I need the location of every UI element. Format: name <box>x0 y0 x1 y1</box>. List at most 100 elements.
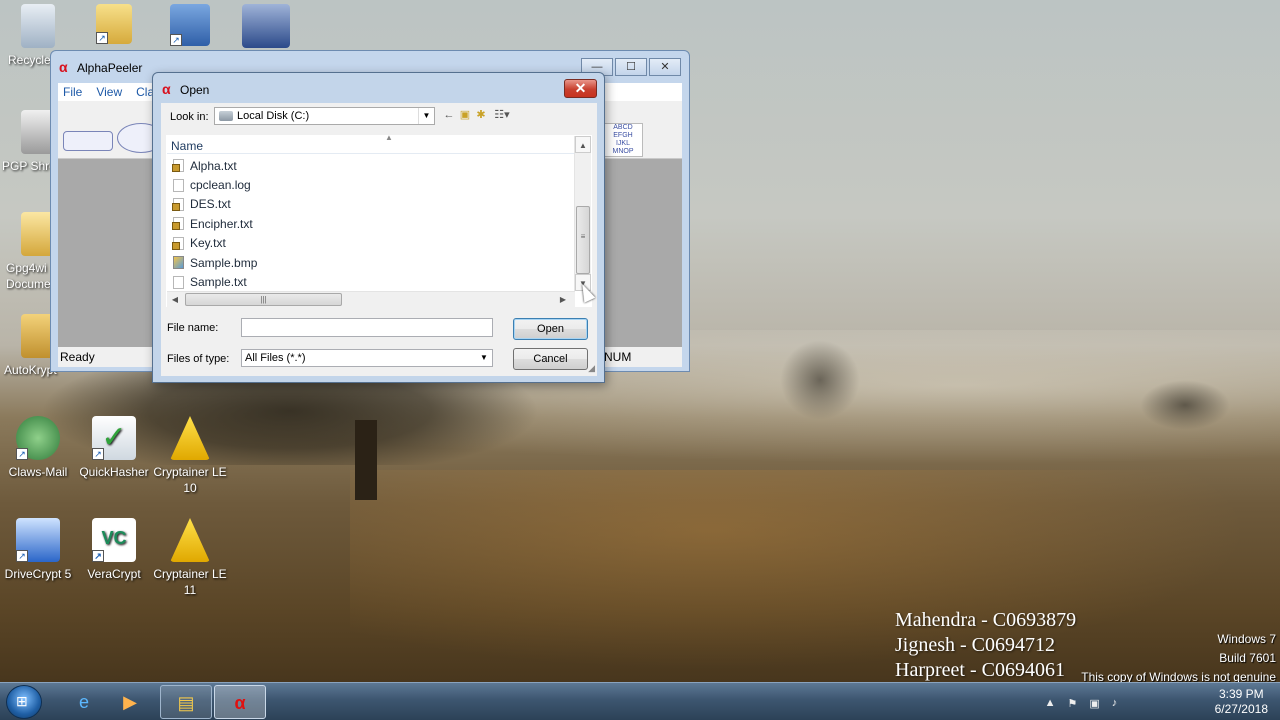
file-name: DES.txt <box>190 197 231 212</box>
dialog-close-button[interactable]: ✕ <box>564 79 597 98</box>
horizontal-scroll-thumb[interactable]: ||| <box>185 293 342 306</box>
desktop-icon-folder[interactable]: ↗ <box>76 4 152 48</box>
windows-logo-icon: ⊞ <box>16 693 28 709</box>
cryptainer-warning-icon <box>170 416 210 460</box>
list-item[interactable]: Key.txt <box>167 234 575 253</box>
nav-toolbar: ← ▣ ✱ ☷▾ <box>443 108 513 122</box>
desktop-icon-cryptainer-11[interactable]: Cryptainer LE 11 <box>152 518 228 598</box>
horizontal-scrollbar[interactable]: ◀ ||| ▶ <box>167 291 575 307</box>
vertical-scrollbar[interactable]: ▲ ≡ ▼ <box>574 136 591 291</box>
list-item[interactable]: Sample.txt <box>167 272 575 291</box>
desktop-icon-label: DriveCrypt 5 <box>4 567 72 581</box>
scroll-up-icon[interactable]: ▲ <box>575 136 591 153</box>
taskbar: ⊞ e ▶ ▤ α ▲ ⚑ ▣ ♪ 3:39 PM 6/27/2018 <box>0 682 1280 720</box>
menu-view[interactable]: View <box>96 83 122 101</box>
locked-file-icon <box>172 159 184 173</box>
desktop-icon-label: Cryptainer LE 11 <box>153 567 227 597</box>
windows-genuine-notice: Windows 7 Build 7601 This copy of Window… <box>1081 630 1276 687</box>
system-tray: ▲ ⚑ ▣ ♪ 3:39 PM 6/27/2018 <box>1045 687 1268 717</box>
vertical-scroll-thumb[interactable]: ≡ <box>576 206 590 274</box>
num-lock-indicator: NUM <box>604 350 632 364</box>
watermark-name-1: Mahendra - C0693879 <box>895 609 1077 631</box>
drivecrypt-icon: ↗ <box>16 518 60 562</box>
veracrypt-icon: VC ↗ <box>92 518 136 562</box>
internet-explorer-icon[interactable]: e <box>58 685 110 719</box>
list-item[interactable]: DES.txt <box>167 195 575 214</box>
list-item[interactable]: Alpha.txt <box>167 156 575 175</box>
clock[interactable]: 3:39 PM 6/27/2018 <box>1215 687 1268 717</box>
filetype-dropdown[interactable]: All Files (*.*) ▼ <box>241 349 493 367</box>
file-explorer-icon[interactable]: ▤ <box>160 685 212 719</box>
file-name: Encipher.txt <box>190 216 253 231</box>
alphapeeler-logo-icon: α <box>59 59 68 75</box>
list-item[interactable]: Sample.bmp <box>167 253 575 272</box>
desktop-icon-drivecrypt[interactable]: ↗ DriveCrypt 5 <box>0 518 76 582</box>
dialog-title: Open <box>180 83 210 97</box>
volume-icon[interactable]: ♪ <box>1112 697 1118 710</box>
desktop-icon-claws-mail[interactable]: ↗ Claws-Mail <box>0 416 76 480</box>
action-center-icon[interactable]: ⚑ <box>1068 697 1078 710</box>
recycle-bin-icon <box>21 4 55 48</box>
file-name: Sample.bmp <box>190 255 258 270</box>
filename-input[interactable] <box>241 318 493 337</box>
locked-file-icon <box>172 197 184 211</box>
windows-build: Build 7601 <box>1219 651 1276 665</box>
list-item[interactable]: cpclean.log <box>167 175 575 194</box>
tray-icons: ▲ ⚑ ▣ ♪ <box>1045 697 1118 710</box>
file-name: Sample.txt <box>190 275 247 290</box>
open-button[interactable]: Open <box>513 318 588 340</box>
cancel-button[interactable]: Cancel <box>513 348 588 370</box>
maximize-button[interactable]: ☐ <box>615 58 647 76</box>
back-arrow-icon[interactable]: ← <box>443 108 455 122</box>
chevron-down-icon[interactable]: ▼ <box>476 350 492 366</box>
locked-file-icon <box>172 217 184 231</box>
shortcut-arrow-icon: ↗ <box>92 448 104 460</box>
chevron-down-icon[interactable]: ▼ <box>418 108 434 124</box>
network-icon[interactable]: ▣ <box>1089 697 1099 710</box>
watermark-names: Mahendra - C0693879 Jignesh - C0694712 H… <box>895 608 1076 683</box>
filetype-label: Files of type: <box>167 353 230 365</box>
desktop-icon-quickhasher[interactable]: ✓ ↗ QuickHasher <box>76 416 152 480</box>
file-list: Name ▲ Alpha.txt cpclean.log DES.txt Enc… <box>166 133 592 307</box>
desktop-icon-cryptool[interactable] <box>228 4 304 52</box>
scroll-right-icon[interactable]: ▶ <box>555 292 571 307</box>
menu-file[interactable]: File <box>63 83 82 101</box>
close-button[interactable]: ✕ <box>649 58 681 76</box>
cryptainer-warning-icon <box>170 518 210 562</box>
desktop-icon-network[interactable]: ↗ <box>152 4 228 50</box>
desktop-icon-veracrypt[interactable]: VC ↗ VeraCrypt <box>76 518 152 582</box>
media-player-icon[interactable]: ▶ <box>104 685 156 719</box>
watermark-name-2: Jignesh - C0694712 <box>895 634 1055 656</box>
desktop-icon-label: QuickHasher <box>79 465 149 479</box>
shortcut-arrow-icon: ↗ <box>16 448 28 460</box>
clock-time: 3:39 PM <box>1218 687 1264 701</box>
up-folder-icon[interactable]: ▣ <box>459 108 471 122</box>
resize-grip-icon[interactable]: ◢ <box>588 363 595 374</box>
watermark-name-3: Harpreet - C0694061 <box>895 659 1065 681</box>
file-rows: Alpha.txt cpclean.log DES.txt Encipher.t… <box>167 156 575 292</box>
dialog-body: Look in: Local Disk (C:) ▼ ← ▣ ✱ ☷▾ Name… <box>161 103 597 376</box>
list-item[interactable]: Encipher.txt <box>167 214 575 233</box>
filename-label: File name: <box>167 322 219 334</box>
open-dialog: α Open ✕ Look in: Local Disk (C:) ▼ ← ▣ … <box>152 72 605 383</box>
desktop-icon-label: Cryptainer LE 10 <box>153 465 227 495</box>
new-folder-icon[interactable]: ✱ <box>475 108 487 122</box>
dialog-logo-icon: α <box>162 81 171 97</box>
alphapeeler-taskbar-icon[interactable]: α <box>214 685 266 719</box>
wallpaper-far-tree <box>780 340 860 420</box>
scroll-left-icon[interactable]: ◀ <box>167 292 183 307</box>
file-name: Alpha.txt <box>190 158 237 173</box>
show-hidden-icons-icon[interactable]: ▲ <box>1045 697 1056 710</box>
sort-arrow-icon: ▲ <box>385 133 393 142</box>
file-name: cpclean.log <box>190 178 251 193</box>
file-name: Key.txt <box>190 236 226 251</box>
view-menu-icon[interactable]: ☷▾ <box>491 108 513 122</box>
clock-date: 6/27/2018 <box>1214 702 1268 716</box>
cipher-grid-icon[interactable]: ABCD EFGH IJKL MNOP <box>603 123 643 157</box>
desktop-icon-label: VeraCrypt <box>87 567 141 581</box>
desktop-icon-cryptainer-10[interactable]: Cryptainer LE 10 <box>152 416 228 496</box>
cipher-wheel-icon[interactable] <box>63 131 113 151</box>
start-button[interactable]: ⊞ <box>6 685 42 719</box>
column-header-name[interactable]: Name ▲ <box>167 133 575 154</box>
lookin-dropdown[interactable]: Local Disk (C:) ▼ <box>214 107 435 125</box>
